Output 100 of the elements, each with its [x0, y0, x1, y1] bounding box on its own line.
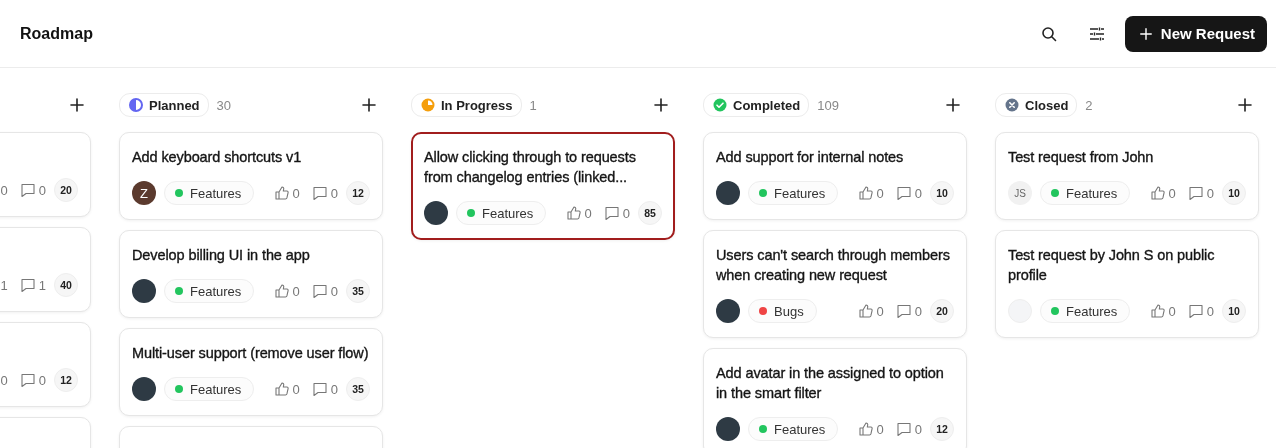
thumbs-up-icon — [273, 381, 290, 397]
vote-count: 0 — [0, 372, 8, 388]
x-circle-icon — [1005, 98, 1019, 112]
request-card[interactable]: Users can't search through members when creating new request Bugs 0 0 20 — [703, 230, 967, 338]
comment-count: 0 — [38, 182, 46, 198]
thumbs-up-icon — [857, 185, 874, 201]
add-request-button[interactable] — [653, 97, 669, 113]
request-title: Test request by John S on public profile — [1008, 246, 1216, 285]
add-request-button[interactable] — [1237, 97, 1253, 113]
comment-count: 0 — [914, 185, 922, 201]
progress-circle-icon — [421, 98, 435, 112]
plus-icon — [1138, 26, 1153, 41]
count-badge: 40 — [54, 273, 78, 297]
vote-count: 0 — [876, 421, 884, 437]
search-icon — [1040, 25, 1057, 42]
status-pill: Closed — [995, 93, 1078, 117]
category-tag[interactable]: Features — [164, 279, 255, 303]
plus-icon — [361, 97, 377, 113]
comment-count: 0 — [1206, 303, 1214, 319]
comment-icon — [895, 185, 912, 201]
comment-count: 0 — [38, 372, 46, 388]
page-title: Roadmap — [20, 24, 94, 43]
comment-count: 0 — [914, 421, 922, 437]
category-tag[interactable]: Features — [164, 181, 255, 205]
column-count: 2 — [1085, 97, 1093, 113]
request-card[interactable]: Add keyboard shortcuts v1 Z Features 0 0 12 — [119, 132, 383, 220]
comment-count: 0 — [330, 381, 338, 397]
user-avatar: Z — [132, 181, 156, 205]
request-title: Users can't search through members when creating new request — [716, 246, 951, 285]
count-badge: 12 — [930, 417, 954, 441]
half-circle-icon — [129, 98, 143, 112]
vote-count: 0 — [876, 303, 884, 319]
comment-icon — [311, 381, 328, 397]
count-badge: 10 — [1222, 181, 1246, 205]
thumbs-up-icon — [565, 205, 582, 221]
comment-icon — [19, 372, 36, 388]
category-tag[interactable]: Features — [1040, 181, 1131, 205]
status-pill: In Progress — [411, 93, 522, 117]
count-badge: 35 — [346, 279, 370, 303]
add-request-button[interactable] — [361, 97, 377, 113]
category-tag[interactable]: Features — [456, 201, 547, 225]
column-count: 30 — [216, 97, 232, 113]
category-tag[interactable]: Features — [748, 181, 839, 205]
count-badge: 12 — [346, 181, 370, 205]
comment-icon — [603, 205, 620, 221]
comment-count: 0 — [622, 205, 630, 221]
comment-icon — [1187, 185, 1204, 201]
vote-count: 0 — [292, 283, 300, 299]
comment-icon — [311, 283, 328, 299]
request-title: Develop billing UI in the app — [132, 246, 311, 265]
request-card[interactable]: Multi-user support (remove user flow) Features 0 0 35 — [119, 328, 383, 416]
comment-count: 0 — [330, 283, 338, 299]
count-badge: 20 — [930, 299, 954, 323]
comment-icon — [895, 303, 912, 319]
comment-icon — [19, 277, 36, 293]
vote-count: 0 — [292, 381, 300, 397]
request-title: Add avatar in the assigned to option in the smart filter — [716, 364, 945, 403]
request-title: Add support for internal notes — [716, 148, 905, 167]
column-count: 1 — [529, 97, 537, 113]
status-pill: Completed — [703, 93, 810, 117]
request-card[interactable]: Allow clicking through to requests from changelog entries (linked... Features 0 0 85 — [411, 132, 675, 240]
comment-icon — [311, 185, 328, 201]
avatar-photo — [424, 201, 448, 225]
vote-count: 0 — [292, 185, 300, 201]
add-request-button[interactable] — [69, 97, 85, 113]
request-card[interactable]: 0 0 12 — [0, 322, 91, 407]
count-badge: 12 — [54, 368, 78, 392]
request-title: Add keyboard shortcuts v1 — [132, 148, 303, 167]
comment-icon — [895, 421, 912, 437]
count-badge: 85 — [638, 201, 662, 225]
comment-count: 0 — [330, 185, 338, 201]
comment-count: 0 — [914, 303, 922, 319]
request-title: Allow clicking through to requests from changelog entries (linked... — [424, 148, 637, 187]
plus-icon — [1237, 97, 1253, 113]
request-card[interactable]: Add avatar in the assigned to option in the smart filter Features 0 0 12 — [703, 348, 967, 448]
count-badge: 10 — [1222, 299, 1246, 323]
plus-icon — [653, 97, 669, 113]
vote-count: 0 — [1168, 303, 1176, 319]
add-request-button[interactable] — [945, 97, 961, 113]
check-circle-icon — [713, 98, 727, 112]
thumbs-up-icon — [273, 283, 290, 299]
request-title: Multi-user support (remove user flow) — [132, 344, 370, 363]
new-request-button[interactable]: New Request — [1124, 15, 1267, 52]
comment-count: 1 — [38, 277, 46, 293]
request-card[interactable]: Add support for internal notes Features 0 0 10 — [703, 132, 967, 220]
category-tag[interactable]: Features — [164, 377, 255, 401]
request-card[interactable]: Test request from John JS Features 0 0 10 — [995, 132, 1259, 220]
category-tag[interactable]: Features — [1040, 299, 1131, 323]
user-avatar: JS — [1008, 181, 1032, 205]
request-card[interactable]: Test request by John S on public profile Features 0 0 10 — [995, 230, 1259, 338]
request-card[interactable]: 0 0 20 — [0, 132, 91, 217]
category-tag[interactable]: Bugs — [748, 299, 817, 323]
avatar-photo — [132, 279, 156, 303]
request-card[interactable]: 1 1 40 — [0, 227, 91, 312]
avatar-photo — [716, 299, 740, 323]
request-title: Test request from John — [1008, 148, 1155, 167]
status-pill: Planned — [119, 93, 209, 117]
comment-count: 0 — [1206, 185, 1214, 201]
category-tag[interactable]: Features — [748, 417, 839, 441]
request-card[interactable]: Develop billing UI in the app Features 0 0 35 — [119, 230, 383, 318]
